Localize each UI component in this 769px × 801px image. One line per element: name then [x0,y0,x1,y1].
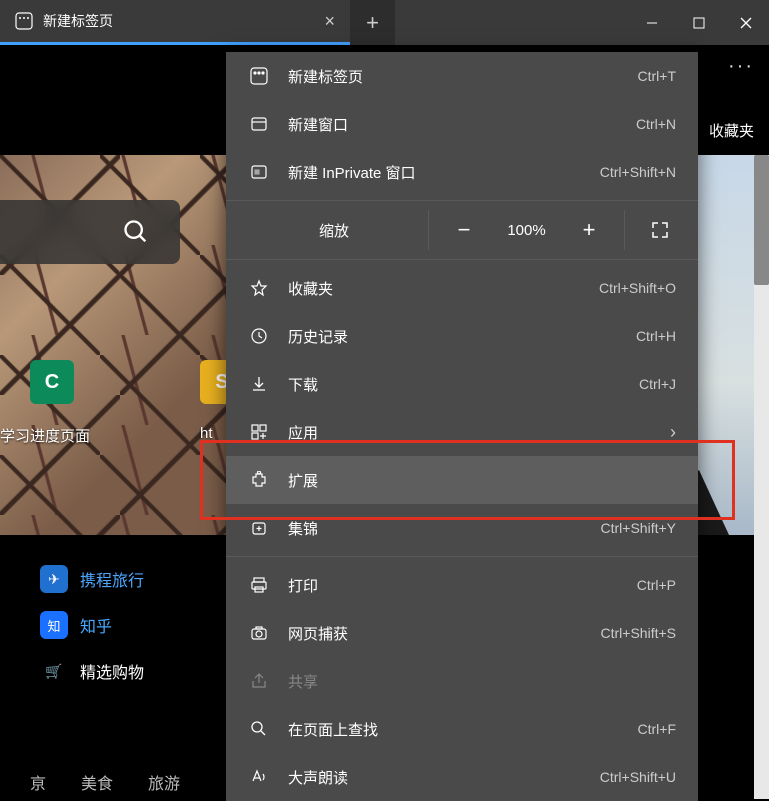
menu-separator [226,200,698,201]
menu-label: 下载 [288,374,639,395]
menu-find[interactable]: 在页面上查找 Ctrl+F [226,705,698,753]
menu-shortcut: Ctrl+P [637,577,676,593]
bottom-nav: 亰 美食 旅游 [30,770,180,794]
menu-shortcut: Ctrl+Shift+N [600,164,676,180]
settings-menu: 新建标签页 Ctrl+T 新建窗口 Ctrl+N 新建 InPrivate 窗口… [226,52,698,801]
find-icon [248,718,270,740]
link-label: 精选购物 [80,659,144,683]
menu-label: 共享 [288,671,676,692]
active-tab[interactable]: 新建标签页 × [0,0,350,45]
collections-icon [248,517,270,539]
maximize-button[interactable] [675,0,722,45]
menu-new-window[interactable]: 新建窗口 Ctrl+N [226,100,698,148]
share-icon [248,670,270,692]
link-label: 知乎 [80,613,112,637]
menu-separator [226,556,698,557]
tab-title: 新建标签页 [43,11,113,31]
menu-label: 新建窗口 [288,114,636,135]
more-menu-button[interactable]: ··· [728,55,754,78]
print-icon [248,574,270,596]
scrollbar-thumb[interactable] [754,155,769,285]
menu-zoom-row: 缩放 − 100% + [226,205,698,255]
zoom-label: 缩放 [244,220,394,241]
extensions-icon [248,469,270,491]
fullscreen-button[interactable] [640,210,680,250]
nav-item[interactable]: 美食 [81,770,113,794]
new-tab-icon [248,65,270,87]
menu-label: 在页面上查找 [288,719,638,740]
close-window-button[interactable] [722,0,769,45]
menu-web-capture[interactable]: 网页捕获 Ctrl+Shift+S [226,609,698,657]
menu-label: 大声朗读 [288,767,600,788]
new-window-icon [248,113,270,135]
history-icon [248,325,270,347]
tile-s-label: ht [200,425,213,442]
menu-separator [226,259,698,260]
zhihu-icon: 知 [40,611,68,639]
nav-item[interactable]: 亰 [30,770,46,794]
menu-shortcut: Ctrl+F [638,721,677,737]
menu-apps[interactable]: 应用 › [226,408,698,456]
zoom-in-button[interactable]: + [569,210,609,250]
ctrip-icon: ✈ [40,565,68,593]
apps-icon [248,421,270,443]
menu-new-inprivate[interactable]: 新建 InPrivate 窗口 Ctrl+Shift+N [226,148,698,196]
window-controls [628,0,769,45]
menu-label: 新建 InPrivate 窗口 [288,162,600,183]
titlebar: 新建标签页 × + [0,0,769,45]
tab-close-button[interactable]: × [324,11,335,32]
search-box[interactable] [0,200,180,264]
star-icon [248,277,270,299]
menu-print[interactable]: 打印 Ctrl+P [226,561,698,609]
menu-read-aloud[interactable]: 大声朗读 Ctrl+Shift+U [226,753,698,801]
nav-item[interactable]: 旅游 [148,770,180,794]
inprivate-icon [248,161,270,183]
minimize-button[interactable] [628,0,675,45]
menu-label: 扩展 [288,470,676,491]
menu-label: 应用 [288,422,670,443]
link-shopping[interactable]: 🛒 精选购物 [40,657,144,685]
menu-label: 网页捕获 [288,623,601,644]
menu-label: 收藏夹 [288,278,599,299]
menu-shortcut: Ctrl+N [636,116,676,132]
menu-new-tab[interactable]: 新建标签页 Ctrl+T [226,52,698,100]
favorites-label[interactable]: 收藏夹 [709,120,754,141]
menu-history[interactable]: 历史记录 Ctrl+H [226,312,698,360]
menu-label: 打印 [288,575,637,596]
menu-shortcut: Ctrl+Shift+Y [601,520,676,536]
toolbar-right: ··· [728,55,754,78]
zoom-out-button[interactable]: − [444,210,484,250]
menu-shortcut: Ctrl+Shift+S [601,625,676,641]
chevron-right-icon: › [670,422,676,443]
tab-favicon-icon [15,12,33,30]
tile-c-glyph: C [45,371,59,394]
read-aloud-icon [248,766,270,788]
menu-label: 新建标签页 [288,66,638,87]
menu-shortcut: Ctrl+Shift+U [600,769,676,785]
link-ctrip[interactable]: ✈ 携程旅行 [40,565,144,593]
menu-favorites[interactable]: 收藏夹 Ctrl+Shift+O [226,264,698,312]
link-zhihu[interactable]: 知 知乎 [40,611,144,639]
menu-share: 共享 [226,657,698,705]
menu-shortcut: Ctrl+H [636,328,676,344]
camera-icon [248,622,270,644]
quick-tile-c[interactable]: C [30,360,74,404]
menu-shortcut: Ctrl+Shift+O [599,280,676,296]
menu-shortcut: Ctrl+J [639,376,676,392]
menu-shortcut: Ctrl+T [638,68,677,84]
download-icon [248,373,270,395]
quick-links: ✈ 携程旅行 知 知乎 🛒 精选购物 [40,565,144,685]
search-icon [122,218,150,246]
menu-label: 集锦 [288,518,601,539]
zoom-value: 100% [499,222,554,239]
link-label: 携程旅行 [80,567,144,591]
menu-label: 历史记录 [288,326,636,347]
new-tab-button[interactable]: + [350,0,395,45]
menu-extensions[interactable]: 扩展 [226,456,698,504]
menu-collections[interactable]: 集锦 Ctrl+Shift+Y [226,504,698,552]
menu-downloads[interactable]: 下载 Ctrl+J [226,360,698,408]
tile-c-label: 学习进度页面 [0,425,90,446]
shopping-icon: 🛒 [40,657,68,685]
